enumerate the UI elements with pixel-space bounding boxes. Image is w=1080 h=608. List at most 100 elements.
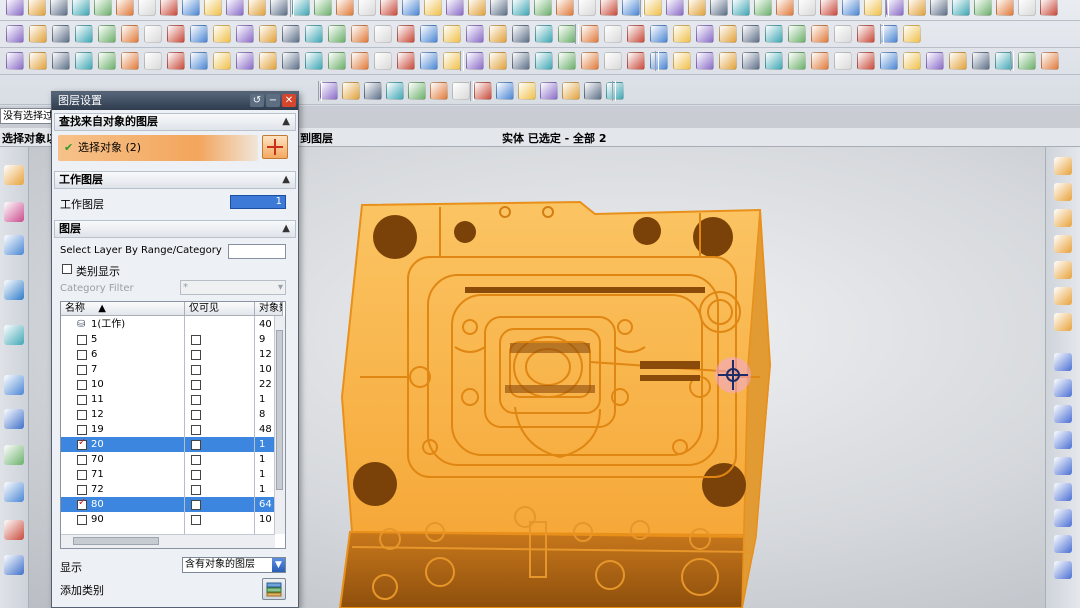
column-header-name[interactable]: 名称 ▲ — [61, 302, 185, 316]
toolbar-button[interactable] — [952, 0, 970, 16]
layer-visibility-checkbox[interactable] — [77, 425, 87, 435]
toolbar-button[interactable] — [930, 0, 948, 16]
toolbar-button[interactable] — [52, 52, 70, 70]
view-tool-icon[interactable] — [1054, 535, 1072, 553]
toolbar-button[interactable] — [926, 52, 944, 70]
toolbar-button[interactable] — [1041, 52, 1059, 70]
toolbar-button[interactable] — [167, 52, 185, 70]
visible-only-checkbox[interactable] — [191, 515, 201, 525]
toolbar-button[interactable] — [765, 25, 783, 43]
toolbar-button[interactable] — [811, 25, 829, 43]
toolbar-button[interactable] — [292, 0, 310, 16]
toolbar-button[interactable] — [710, 0, 728, 16]
table-row[interactable]: 59 — [61, 332, 283, 347]
toolbar-button[interactable] — [259, 52, 277, 70]
toolbar-button[interactable] — [121, 52, 139, 70]
table-row[interactable]: 72 1 — [61, 482, 283, 497]
toolbar-button[interactable] — [452, 82, 470, 100]
toolbar-button[interactable] — [320, 82, 338, 100]
toolbar-button[interactable] — [282, 52, 300, 70]
toolbar-button[interactable] — [600, 0, 618, 16]
table-row[interactable]: 80 64 — [61, 497, 283, 512]
layer-visibility-checkbox[interactable] — [77, 485, 87, 495]
show-filter-select[interactable]: 含有对象的图层 ▼ — [182, 557, 286, 573]
section-work-header[interactable]: 工作图层 ▲ — [54, 171, 296, 189]
view-tool-icon[interactable] — [1054, 313, 1072, 331]
selection-filter-select[interactable]: 没有选择过 — [0, 108, 52, 124]
toolbar-button[interactable] — [518, 82, 536, 100]
toolbar-button[interactable] — [811, 52, 829, 70]
toolbar-button[interactable] — [236, 25, 254, 43]
toolbar-button[interactable] — [696, 25, 714, 43]
layer-visibility-checkbox[interactable] — [77, 410, 87, 420]
toolbar-button[interactable] — [903, 25, 921, 43]
view-tool-icon[interactable] — [1054, 509, 1072, 527]
toolbar-button[interactable] — [834, 25, 852, 43]
toolbar-button[interactable] — [29, 25, 47, 43]
view-tool-icon[interactable] — [1054, 457, 1072, 475]
toolbar-button[interactable] — [424, 0, 442, 16]
toolbar-button[interactable] — [673, 52, 691, 70]
toolbar-button[interactable] — [996, 0, 1014, 16]
table-horizontal-scrollbar[interactable] — [61, 534, 275, 548]
toolbar-button[interactable] — [328, 25, 346, 43]
toolbar-button[interactable] — [627, 52, 645, 70]
resource-tab-icon[interactable] — [4, 520, 24, 540]
category-filter-select[interactable]: * — [180, 280, 286, 295]
collapse-icon[interactable]: ▲ — [282, 114, 290, 130]
select-object-button[interactable] — [262, 135, 288, 159]
resource-tab-icon[interactable] — [4, 482, 24, 502]
toolbar-button[interactable] — [314, 0, 332, 16]
toolbar-button[interactable] — [584, 82, 602, 100]
visible-only-checkbox[interactable] — [191, 365, 201, 375]
view-tool-icon[interactable] — [1054, 183, 1072, 201]
toolbar-button[interactable] — [364, 82, 382, 100]
toolbar-button[interactable] — [430, 82, 448, 100]
toolbar-button[interactable] — [622, 0, 640, 16]
layer-visibility-checkbox[interactable] — [77, 515, 87, 525]
view-tool-icon[interactable] — [1054, 157, 1072, 175]
scroll-thumb[interactable] — [73, 537, 159, 545]
toolbar-button[interactable] — [788, 52, 806, 70]
toolbar-button[interactable] — [408, 82, 426, 100]
reset-icon[interactable]: ↺ — [250, 94, 264, 107]
layer-visibility-checkbox[interactable] — [77, 437, 87, 450]
resource-tab-icon[interactable] — [4, 445, 24, 465]
toolbar-button[interactable] — [402, 0, 420, 16]
toolbar-button[interactable] — [666, 0, 684, 16]
resource-tab-icon[interactable] — [4, 280, 24, 300]
resource-tab-icon[interactable] — [4, 555, 24, 575]
toolbar-button[interactable] — [358, 0, 376, 16]
toolbar-button[interactable] — [386, 82, 404, 100]
toolbar-button[interactable] — [788, 25, 806, 43]
view-tool-icon[interactable] — [1054, 483, 1072, 501]
layer-visibility-checkbox[interactable] — [77, 497, 87, 510]
close-icon[interactable]: ✕ — [282, 94, 296, 107]
toolbar-button[interactable] — [182, 0, 200, 16]
toolbar-button[interactable] — [903, 52, 921, 70]
toolbar-button[interactable] — [732, 0, 750, 16]
table-row[interactable]: ⛁ 1(工作) 40 — [61, 317, 283, 332]
toolbar-button[interactable] — [627, 25, 645, 43]
toolbar-button[interactable] — [949, 52, 967, 70]
toolbar-button[interactable] — [160, 0, 178, 16]
toolbar-button[interactable] — [351, 25, 369, 43]
toolbar-button[interactable] — [540, 82, 558, 100]
layer-visibility-checkbox[interactable] — [77, 350, 87, 360]
table-row[interactable]: 71 1 — [61, 467, 283, 482]
toolbar-button[interactable] — [1018, 0, 1036, 16]
category-display-checkbox[interactable] — [62, 264, 72, 274]
toolbar-button[interactable] — [688, 0, 706, 16]
table-row[interactable]: 19 48 — [61, 422, 283, 437]
toolbar-button[interactable] — [496, 82, 514, 100]
toolbar-button[interactable] — [190, 25, 208, 43]
toolbar-button[interactable] — [52, 25, 70, 43]
visible-only-checkbox[interactable] — [191, 425, 201, 435]
work-layer-field[interactable]: 1 — [230, 195, 286, 209]
toolbar-button[interactable] — [468, 0, 486, 16]
dialog-titlebar[interactable]: 图层设置 ↺ − ✕ — [52, 92, 298, 110]
toolbar-button[interactable] — [974, 0, 992, 16]
toolbar-button[interactable] — [270, 0, 288, 16]
toolbar-button[interactable] — [489, 25, 507, 43]
toolbar-button[interactable] — [880, 52, 898, 70]
